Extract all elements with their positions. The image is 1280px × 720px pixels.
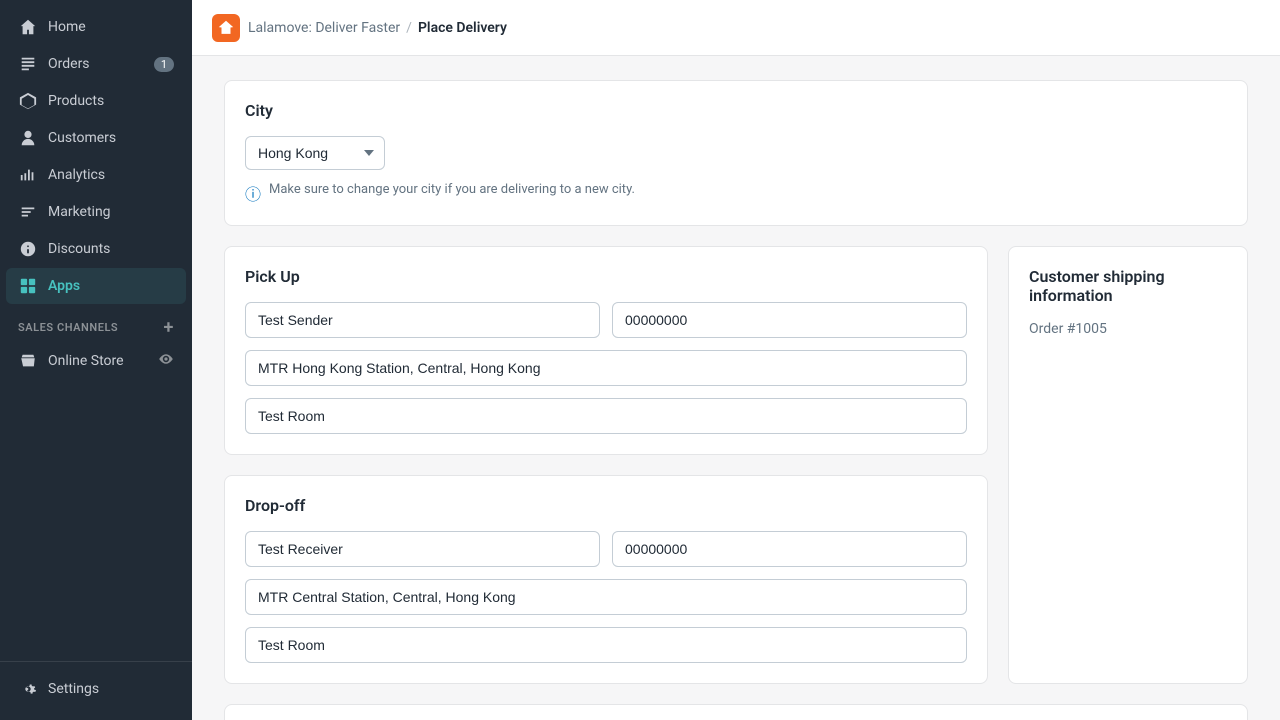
sidebar-item-label: Apps <box>48 278 80 294</box>
customer-info-title: Customer shipping information <box>1029 267 1227 305</box>
apps-icon <box>18 276 38 296</box>
settings-icon <box>18 679 38 699</box>
topbar: Lalamove: Deliver Faster / Place Deliver… <box>192 0 1280 56</box>
sidebar-item-home[interactable]: Home <box>6 9 186 45</box>
sidebar-item-discounts[interactable]: Discounts <box>6 231 186 267</box>
dropoff-address-input[interactable] <box>245 579 967 615</box>
breadcrumb-app-link[interactable]: Lalamove: Deliver Faster <box>248 20 400 36</box>
sidebar-item-customers[interactable]: Customers <box>6 120 186 156</box>
settings-label: Settings <box>48 681 99 697</box>
pickup-sender-input[interactable] <box>245 302 600 338</box>
pickup-title: Pick Up <box>245 267 967 286</box>
customers-icon <box>18 128 38 148</box>
dropoff-title: Drop-off <box>245 496 967 515</box>
dropoff-address-row <box>245 579 967 615</box>
sidebar-bottom: Settings <box>0 661 192 720</box>
order-number: Order #1005 <box>1029 321 1227 337</box>
dropoff-room-input[interactable] <box>245 627 967 663</box>
city-info-text: Make sure to change your city if you are… <box>269 182 635 197</box>
sidebar-item-label: Discounts <box>48 241 110 257</box>
customer-info-column: Customer shipping information Order #100… <box>1008 246 1248 684</box>
sidebar-item-analytics[interactable]: Analytics <box>6 157 186 193</box>
dropoff-card: Drop-off <box>224 475 988 684</box>
sales-channels-section: SALES CHANNELS + <box>0 305 192 342</box>
dropoff-receiver-input[interactable] <box>245 531 600 567</box>
app-logo <box>212 14 240 42</box>
sidebar-item-settings[interactable]: Settings <box>6 671 186 707</box>
pickup-card: Pick Up <box>224 246 988 455</box>
online-store-label: Online Store <box>48 353 124 369</box>
analytics-icon <box>18 165 38 185</box>
main-content: Lalamove: Deliver Faster / Place Deliver… <box>192 0 1280 720</box>
sidebar-nav: Home Orders 1 Products Customers A <box>0 0 192 661</box>
orders-badge: 1 <box>154 57 174 72</box>
sidebar: Home Orders 1 Products Customers A <box>0 0 192 720</box>
sidebar-item-label: Products <box>48 93 104 109</box>
sidebar-item-apps[interactable]: Apps <box>6 268 186 304</box>
pickup-dropoff-section: Pick Up Drop-off <box>224 246 1248 684</box>
breadcrumb: Lalamove: Deliver Faster / Place Deliver… <box>248 20 507 36</box>
cards-wrapper: City Hong Kong Macau Singapore Kuala Lum… <box>224 80 1248 720</box>
pickup-address-row <box>245 350 967 386</box>
city-select[interactable]: Hong Kong Macau Singapore Kuala Lumpur B… <box>245 136 385 170</box>
customer-info-card: Customer shipping information Order #100… <box>1008 246 1248 684</box>
forms-column: Pick Up Drop-off <box>224 246 988 684</box>
sidebar-item-marketing[interactable]: Marketing <box>6 194 186 230</box>
dropoff-name-phone-row <box>245 531 967 567</box>
discounts-icon <box>18 239 38 259</box>
vehicle-type-card: Vehicle Type <box>224 704 1248 720</box>
dropoff-phone-input[interactable] <box>612 531 967 567</box>
content-area: City Hong Kong Macau Singapore Kuala Lum… <box>192 56 1280 720</box>
online-store-eye-icon[interactable] <box>158 351 174 371</box>
online-store-icon <box>18 351 38 371</box>
orders-icon <box>18 54 38 74</box>
pickup-name-phone-row <box>245 302 967 338</box>
marketing-icon <box>18 202 38 222</box>
sidebar-item-label: Orders <box>48 56 90 72</box>
sidebar-item-products[interactable]: Products <box>6 83 186 119</box>
breadcrumb-separator: / <box>406 20 412 36</box>
pickup-room-input[interactable] <box>245 398 967 434</box>
dropoff-room-row <box>245 627 967 663</box>
info-icon: ⓘ <box>245 181 261 205</box>
city-info-message: ⓘ Make sure to change your city if you a… <box>245 182 1227 205</box>
pickup-address-input[interactable] <box>245 350 967 386</box>
pickup-room-row <box>245 398 967 434</box>
sidebar-item-online-store[interactable]: Online Store <box>6 343 186 379</box>
city-title: City <box>245 101 1227 120</box>
home-icon <box>18 17 38 37</box>
products-icon <box>18 91 38 111</box>
sidebar-item-label: Home <box>48 19 86 35</box>
sidebar-item-orders[interactable]: Orders 1 <box>6 46 186 82</box>
breadcrumb-current: Place Delivery <box>418 20 507 36</box>
sidebar-item-label: Marketing <box>48 204 111 220</box>
pickup-phone-input[interactable] <box>612 302 967 338</box>
add-sales-channel-icon[interactable]: + <box>164 317 174 338</box>
sidebar-item-label: Analytics <box>48 167 105 183</box>
sidebar-item-label: Customers <box>48 130 116 146</box>
city-card: City Hong Kong Macau Singapore Kuala Lum… <box>224 80 1248 226</box>
